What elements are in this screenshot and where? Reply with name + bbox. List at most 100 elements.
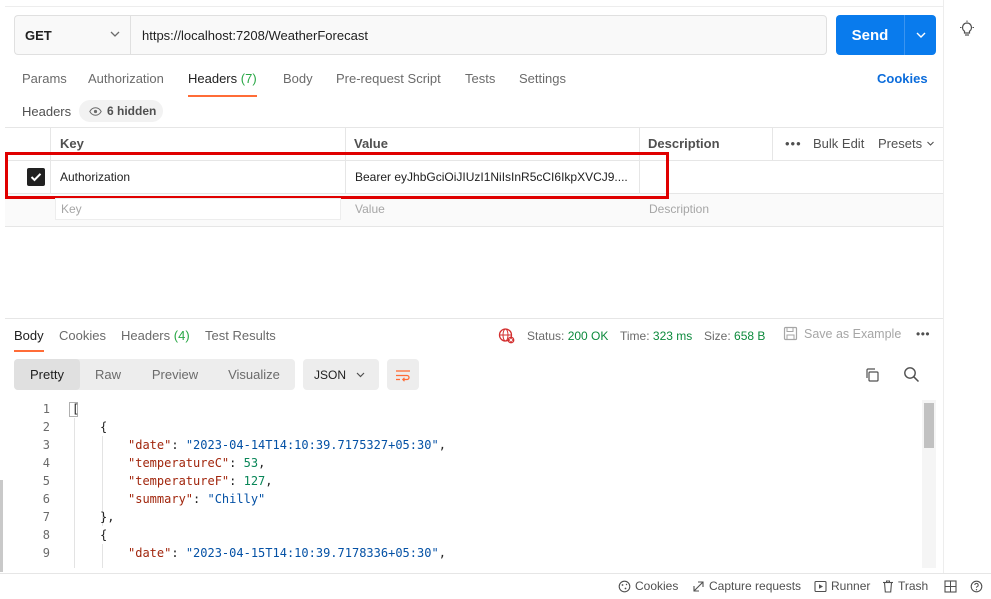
tab-tests[interactable]: Tests (465, 71, 495, 97)
tab-label: Body (14, 328, 44, 343)
lightbulb-icon[interactable] (958, 20, 976, 38)
tab-count: (7) (240, 71, 257, 86)
response-tab-headers[interactable]: Headers (4) (121, 328, 190, 352)
line-number: 6 (42, 492, 50, 506)
json-value: 127 (243, 474, 266, 488)
json-value: 53 (243, 456, 259, 470)
tab-label: Settings (519, 71, 566, 86)
layout-icon[interactable] (944, 580, 957, 593)
status-label: Status: (527, 329, 565, 343)
globe-error-icon[interactable] (498, 327, 515, 344)
view-visualize[interactable]: Visualize (215, 359, 293, 390)
url-input[interactable]: https://localhost:7208/WeatherForecast (130, 15, 827, 55)
code-line: 1[ (0, 402, 900, 420)
save-as-example-button[interactable]: Save as Example (804, 327, 901, 341)
send-options-button[interactable] (904, 15, 936, 55)
hidden-headers-toggle[interactable]: 6 hidden (79, 100, 163, 122)
capture-requests-button[interactable]: Capture requests (692, 579, 801, 593)
column-header-key: Key (60, 136, 84, 151)
tab-body[interactable]: Body (283, 71, 313, 97)
code-text: }, (100, 510, 115, 524)
json-value: "2023-04-14T14:10:39.7175327+05:30" (185, 438, 439, 452)
new-header-value-input[interactable]: Value (355, 202, 385, 216)
view-label: Pretty (30, 367, 64, 382)
view-preview[interactable]: Preview (140, 359, 210, 390)
copy-icon[interactable] (864, 367, 880, 383)
presets-label: Presets (878, 136, 923, 151)
trash-button[interactable]: Trash (882, 579, 928, 593)
presets-dropdown[interactable]: Presets (878, 136, 935, 151)
chevron-down-icon (355, 369, 366, 380)
tab-headers[interactable]: Headers (7) (188, 71, 257, 97)
method-select[interactable]: GET (14, 15, 130, 55)
tab-label: Headers (188, 71, 238, 86)
response-tab-cookies[interactable]: Cookies (59, 328, 106, 352)
cookies-link[interactable]: Cookies (877, 71, 928, 86)
response-size[interactable]: Size: 658 B (704, 329, 765, 343)
code-line: 4 "temperatureC": 53, (0, 456, 900, 474)
view-raw[interactable]: Raw (80, 359, 136, 390)
json-value: "Chilly" (207, 492, 266, 506)
code-line: 9 "date": "2023-04-15T14:10:39.7178336+05… (0, 546, 900, 564)
time-label: Time: (620, 329, 650, 343)
new-header-key-input[interactable]: Key (55, 198, 341, 220)
annotation-highlight-box (5, 152, 669, 199)
footer-label: Cookies (635, 579, 679, 593)
cookie-icon (618, 580, 631, 593)
response-body-viewer[interactable]: 1[ 2{ 3 "date": "2023-04-14T14:10:39.7175… (0, 400, 920, 568)
tab-params[interactable]: Params (22, 71, 67, 97)
view-pretty[interactable]: Pretty (14, 359, 80, 390)
response-tab-test-results[interactable]: Test Results (205, 328, 276, 352)
line-number: 7 (42, 510, 50, 524)
save-icon (783, 326, 798, 341)
footer-cookies-button[interactable]: Cookies (618, 579, 678, 593)
tab-pre-request-script[interactable]: Pre-request Script (336, 71, 441, 97)
method-label: GET (25, 27, 52, 43)
view-label: Preview (151, 367, 199, 382)
tab-label: Cookies (59, 328, 106, 343)
response-divider[interactable] (5, 318, 943, 319)
tab-count: (4) (173, 328, 190, 343)
more-icon[interactable]: ••• (916, 327, 930, 341)
code-text: [ (72, 402, 80, 416)
line-number: 3 (42, 438, 50, 452)
wrap-lines-button[interactable] (387, 359, 419, 390)
tab-label: Tests (465, 71, 496, 86)
view-label: Raw (94, 367, 121, 382)
column-header-description: Description (648, 136, 720, 151)
response-status[interactable]: Status: 200 OK (527, 329, 608, 343)
runner-button[interactable]: Runner (814, 579, 870, 593)
tab-label: Headers (121, 328, 171, 343)
tab-authorization[interactable]: Authorization (88, 71, 164, 97)
chevron-down-icon (915, 29, 927, 41)
capture-icon (692, 580, 705, 593)
response-time[interactable]: Time: 323 ms (620, 329, 692, 343)
send-button[interactable]: Send (836, 15, 904, 55)
response-tab-body[interactable]: Body (14, 328, 44, 352)
runner-icon (814, 580, 827, 593)
help-icon[interactable] (970, 580, 983, 593)
search-icon[interactable] (903, 366, 920, 383)
format-select[interactable]: JSON (303, 359, 379, 390)
code-line: 8{ (0, 528, 900, 546)
line-number: 1 (42, 402, 50, 416)
new-header-description-input[interactable]: Description (649, 202, 709, 216)
json-key: "date" (128, 546, 172, 560)
status-value: 200 OK (567, 329, 609, 343)
code-line: 3 "date": "2023-04-14T14:10:39.7175327+05… (0, 438, 900, 456)
url-text: https://localhost:7208/WeatherForecast (142, 27, 368, 43)
more-icon[interactable]: ••• (785, 136, 802, 151)
code-scrollbar-thumb[interactable] (924, 403, 934, 448)
tab-label: Test Results (205, 328, 276, 343)
bulk-edit-button[interactable]: Bulk Edit (813, 136, 864, 151)
code-line: 2{ (0, 420, 900, 438)
tab-settings[interactable]: Settings (519, 71, 566, 97)
json-key: "temperatureC" (128, 456, 230, 470)
line-number: 9 (42, 546, 50, 560)
line-number: 4 (42, 456, 50, 470)
code-text: { (100, 420, 108, 434)
code-text: { (100, 528, 108, 542)
column-header-value: Value (354, 136, 388, 151)
tab-label: Params (22, 71, 67, 86)
code-line: 7}, (0, 510, 900, 528)
